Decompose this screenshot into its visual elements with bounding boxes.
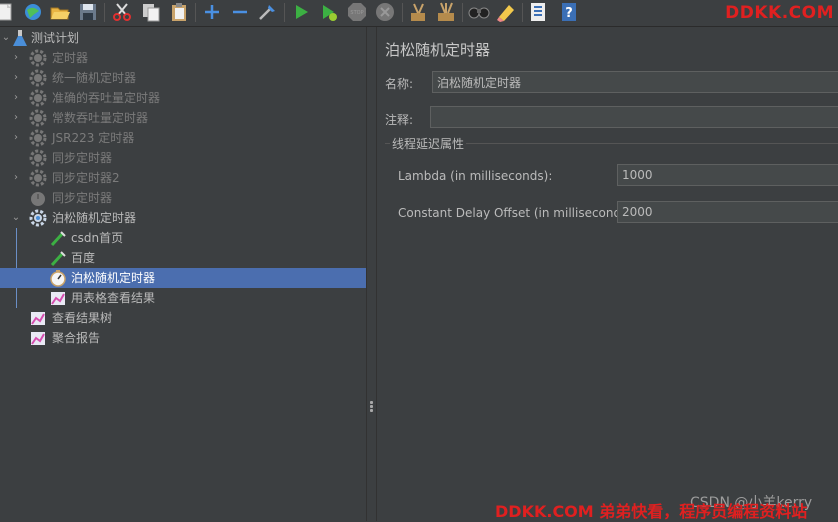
copy-icon[interactable]	[140, 1, 162, 23]
tree-item-label: 泊松随机定时器	[52, 211, 137, 225]
tree-item-label: 统一随机定时器	[52, 71, 137, 85]
tree-item[interactable]: 用表格查看结果	[0, 288, 366, 308]
toolbar: STOP ? DDKK.COM	[0, 0, 838, 27]
comment-field[interactable]	[430, 106, 838, 128]
tree-item-label: 同步定时器	[52, 191, 113, 205]
listener-icon	[29, 329, 47, 347]
tree-item-label: 泊松随机定时器	[71, 271, 156, 285]
tree-item[interactable]: 聚合报告	[0, 328, 366, 348]
tree-item[interactable]: 百度	[0, 248, 366, 268]
tree-item-label: 百度	[71, 251, 96, 265]
tree-item[interactable]: › 统一随机定时器	[0, 68, 366, 88]
timer-config-panel: 泊松随机定时器 名称: 注释: 线程延迟属性 Lambda (in millis…	[376, 27, 838, 521]
tree-item-label: JSR223 定时器	[52, 131, 135, 145]
clear-icon[interactable]	[407, 1, 429, 23]
tree-item-label: 同步定时器2	[52, 171, 120, 185]
cut-icon[interactable]	[111, 1, 133, 23]
name-field[interactable]	[432, 71, 838, 93]
tree-item-selected[interactable]: 泊松随机定时器	[0, 268, 366, 288]
chevron-down-icon[interactable]: ⌄	[1, 28, 11, 48]
tree-item-label: 聚合报告	[52, 331, 101, 345]
collapse-icon[interactable]	[229, 1, 251, 23]
listener-icon	[49, 289, 67, 307]
help-icon[interactable]: ?	[558, 1, 580, 23]
gear-icon	[29, 149, 47, 167]
save-icon[interactable]	[77, 1, 99, 23]
tree-item[interactable]: › 常数吞吐量定时器	[0, 108, 366, 128]
tree-item[interactable]: csdn首页	[0, 228, 366, 248]
lambda-label: Lambda (in milliseconds):	[398, 169, 553, 183]
tree-item-label: 准确的吞吐量定时器	[52, 91, 161, 105]
chevron-right-icon[interactable]: ›	[11, 88, 21, 108]
tree-item[interactable]: › JSR223 定时器	[0, 128, 366, 148]
tree-item-label: 定时器	[52, 51, 89, 65]
paste-icon[interactable]	[168, 1, 190, 23]
tree-item[interactable]: 查看结果树	[0, 308, 366, 328]
new-icon[interactable]	[0, 1, 16, 23]
sampler-icon	[49, 229, 67, 247]
page-title: 泊松随机定时器	[385, 41, 491, 59]
tree-item[interactable]: 同步定时器	[0, 148, 366, 168]
flask-icon	[11, 29, 29, 47]
toggle-icon[interactable]	[256, 1, 278, 23]
tree-item[interactable]: › 同步定时器2	[0, 168, 366, 188]
name-label: 名称:	[385, 77, 414, 91]
drag-handle-dot	[370, 405, 373, 408]
timer-icon	[29, 189, 47, 207]
open-icon[interactable]	[49, 1, 71, 23]
gear-icon	[29, 89, 47, 107]
watermark-bottom: DDKK.COM 弟弟快看，程序员编程资料站	[495, 502, 808, 521]
sampler-icon	[49, 249, 67, 267]
tree-item[interactable]: › 定时器	[0, 48, 366, 68]
gear-icon	[29, 69, 47, 87]
start-no-pause-icon[interactable]	[318, 1, 340, 23]
lambda-field[interactable]	[617, 164, 838, 186]
tree-item-label: 查看结果树	[52, 311, 113, 325]
group-title: 线程延迟属性	[390, 135, 467, 152]
tree-root-label: 测试计划	[31, 31, 80, 45]
expand-icon[interactable]	[201, 1, 223, 23]
svg-text:STOP: STOP	[350, 10, 363, 16]
gear-icon	[29, 209, 47, 227]
function-helper-icon[interactable]	[527, 1, 549, 23]
svg-text:?: ?	[565, 6, 573, 21]
gear-icon	[29, 129, 47, 147]
offset-label: Constant Delay Offset (in milliseconds):	[398, 206, 637, 220]
tree-item-label: csdn首页	[71, 231, 124, 245]
tree-item[interactable]: ⌄ 泊松随机定时器	[0, 208, 366, 228]
chevron-right-icon[interactable]: ›	[11, 168, 21, 188]
offset-field[interactable]	[617, 201, 838, 223]
test-plan-tree: ⌄ 测试计划 › 定时器 › 统一随机定时器 › 准确的吞吐量定时器 › 常数吞…	[0, 27, 366, 521]
tree-item[interactable]: 同步定时器	[0, 188, 366, 208]
chevron-right-icon[interactable]: ›	[11, 128, 21, 148]
tree-root[interactable]: ⌄ 测试计划	[0, 28, 366, 48]
chevron-down-icon[interactable]: ⌄	[11, 208, 21, 228]
tree-item-label: 同步定时器	[52, 151, 113, 165]
gear-icon	[29, 109, 47, 127]
drag-handle-dot	[370, 401, 373, 404]
timer-icon	[49, 269, 67, 287]
start-icon[interactable]	[290, 1, 312, 23]
chevron-right-icon[interactable]: ›	[11, 108, 21, 128]
drag-handle-dot	[370, 409, 373, 412]
reset-search-icon[interactable]	[495, 1, 517, 23]
shutdown-icon[interactable]	[374, 1, 396, 23]
search-icon[interactable]	[468, 1, 490, 23]
comment-label: 注释:	[385, 113, 414, 127]
gear-icon	[29, 49, 47, 67]
watermark-top: DDKK.COM	[725, 3, 834, 23]
chevron-right-icon[interactable]: ›	[11, 48, 21, 68]
tree-item-label: 常数吞吐量定时器	[52, 111, 149, 125]
templates-icon[interactable]	[22, 1, 44, 23]
gear-icon	[29, 169, 47, 187]
tree-item[interactable]: › 准确的吞吐量定时器	[0, 88, 366, 108]
tree-item-label: 用表格查看结果	[71, 291, 156, 305]
stop-icon[interactable]: STOP	[346, 1, 368, 23]
clear-all-icon[interactable]	[435, 1, 457, 23]
chevron-right-icon[interactable]: ›	[11, 68, 21, 88]
listener-icon	[29, 309, 47, 327]
